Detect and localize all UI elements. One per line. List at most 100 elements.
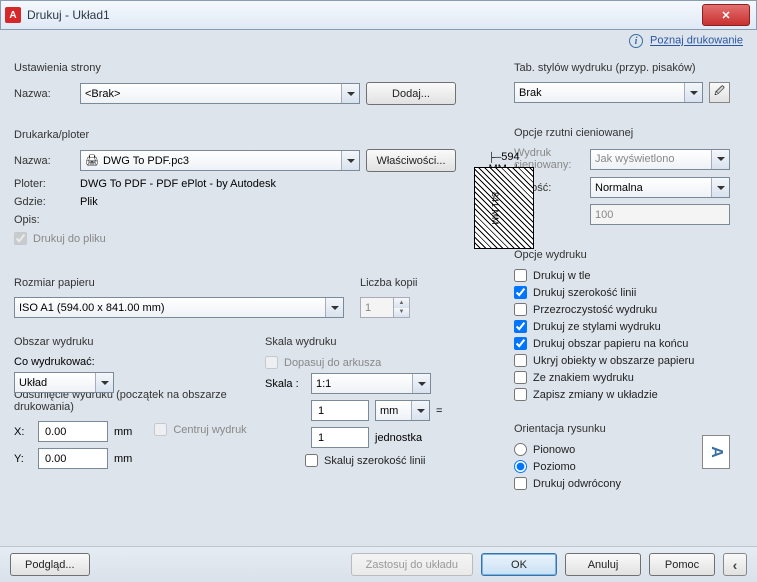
desc-label: Opis:	[14, 214, 74, 226]
opt-lineweights-checkbox[interactable]: Drukuj szerokość linii	[514, 286, 730, 299]
printer-name-label: Nazwa:	[14, 155, 74, 167]
chevron-down-icon	[684, 83, 702, 102]
orientation-title: Orientacja rysunku	[514, 423, 730, 435]
copies-title: Liczba kopii	[360, 277, 500, 289]
ok-button[interactable]: OK	[481, 553, 557, 576]
chevron-down-icon	[711, 150, 729, 169]
help-button[interactable]: Pomoc	[649, 553, 715, 576]
ploter-label: Ploter:	[14, 178, 74, 190]
shade-plot-combo: Jak wyświetlono	[590, 149, 730, 170]
scale-label: Skala :	[265, 378, 305, 390]
spin-up-icon: ▲	[393, 298, 409, 308]
opt-plot-stamp-checkbox[interactable]: Ze znakiem wydruku	[514, 371, 730, 384]
opt-plot-styles-checkbox[interactable]: Drukuj ze stylami wydruku	[514, 320, 730, 333]
offset-x-input[interactable]	[38, 421, 108, 442]
scale-lineweights-checkbox[interactable]: Skaluj szerokość linii	[305, 454, 500, 467]
orientation-icon: A	[702, 435, 730, 469]
quality-combo[interactable]: Normalna	[590, 177, 730, 198]
equals-label: =	[436, 405, 442, 417]
chevron-down-icon	[341, 151, 359, 170]
scale-unit2-label: jednostka	[375, 432, 422, 444]
page-setup-name-label: Nazwa:	[14, 88, 74, 100]
paper-size-title: Rozmiar papieru	[14, 277, 344, 289]
plot-style-combo[interactable]: Brak	[514, 82, 703, 103]
scale-title: Skala wydruku	[265, 336, 500, 348]
landscape-radio[interactable]: Poziomo	[514, 460, 702, 473]
app-icon: A	[5, 7, 21, 23]
plot-style-group: Tab. stylów wydruku (przyp. pisaków) Bra…	[512, 54, 732, 115]
cancel-button[interactable]: Anuluj	[565, 553, 641, 576]
scale-num1-input[interactable]	[311, 400, 369, 421]
where-value: Plik	[80, 196, 98, 208]
chevron-down-icon	[711, 178, 729, 197]
offset-y-input[interactable]	[38, 448, 108, 469]
window-title: Drukuj - Układ1	[27, 8, 110, 22]
offset-y-unit: mm	[114, 453, 132, 465]
copies-spinner: 1 ▲▼	[360, 297, 410, 318]
paper-width-dim: ├─594 MM─┤	[474, 151, 534, 165]
fit-to-paper-checkbox: Dopasuj do arkusza	[265, 356, 500, 369]
opt-background-checkbox[interactable]: Drukuj w tle	[514, 269, 730, 282]
where-label: Gdzie:	[14, 196, 74, 208]
offset-y-label: Y:	[14, 453, 32, 465]
paper-size-value: ISO A1 (594.00 x 841.00 mm)	[19, 302, 165, 314]
add-page-setup-button[interactable]: Dodaj...	[366, 82, 456, 105]
chevron-down-icon	[325, 298, 343, 317]
pdf-icon: 🖨	[85, 154, 99, 167]
scale-num2-input[interactable]	[311, 427, 369, 448]
paper-size-group: Rozmiar papieru ISO A1 (594.00 x 841.00 …	[12, 269, 346, 324]
chevron-down-icon	[341, 84, 359, 103]
plot-options-group: Opcje wydruku Drukuj w tle Drukuj szerok…	[512, 241, 732, 411]
spin-down-icon: ▼	[393, 308, 409, 318]
paper-height-dim: 841 MM	[480, 167, 500, 249]
printer-name-combo[interactable]: 🖨 DWG To PDF.pc3	[80, 150, 360, 171]
upside-down-checkbox[interactable]: Drukuj odwrócony	[514, 477, 730, 490]
dialog-footer: Podgląd... Zastosuj do układu OK Anuluj …	[0, 546, 757, 582]
opt-save-layout-checkbox[interactable]: Zapisz zmiany w układzie	[514, 388, 730, 401]
print-to-file-checkbox: Drukuj do pliku	[14, 232, 456, 245]
offset-x-unit: mm	[114, 426, 132, 438]
page-setup-group: Ustawienia strony Nazwa: <Brak> Dodaj...	[12, 54, 502, 117]
opt-transparency-checkbox[interactable]: Przezroczystość wydruku	[514, 303, 730, 316]
ploter-value: DWG To PDF - PDF ePlot - by Autodesk	[80, 178, 276, 190]
paper-size-combo[interactable]: ISO A1 (594.00 x 841.00 mm)	[14, 297, 344, 318]
plot-options-title: Opcje wydruku	[514, 249, 730, 261]
chevron-down-icon	[411, 401, 429, 420]
apply-layout-button[interactable]: Zastosuj do układu	[351, 553, 473, 576]
copies-group: Liczba kopii 1 ▲▼	[358, 269, 502, 324]
paper-preview: ├─594 MM─┤ 841 MM	[466, 149, 500, 259]
shaded-viewport-group: Opcje rzutni cieniowanej Wydruk cieniowa…	[512, 119, 732, 237]
shaded-title: Opcje rzutni cieniowanej	[514, 127, 730, 139]
plot-style-edit-button[interactable]: 🖉	[709, 82, 730, 103]
opt-hide-paperspace-checkbox[interactable]: Ukryj obiekty w obszarze papieru	[514, 354, 730, 367]
chevron-down-icon	[95, 373, 113, 392]
page-setup-name-combo[interactable]: <Brak>	[80, 83, 360, 104]
collapse-button[interactable]	[723, 553, 747, 576]
center-plot-checkbox: Centruj wydruk	[154, 423, 246, 436]
opt-paperspace-last-checkbox[interactable]: Drukuj obszar papieru na końcu	[514, 337, 730, 350]
page-setup-title: Ustawienia strony	[14, 62, 500, 74]
printer-properties-button[interactable]: Właściwości...	[366, 149, 456, 172]
page-setup-name-value: <Brak>	[85, 88, 120, 100]
offset-x-label: X:	[14, 426, 32, 438]
scale-combo[interactable]: 1:1	[311, 373, 431, 394]
dpi-input: 100	[590, 204, 730, 225]
plot-what-combo[interactable]: Układ	[14, 372, 114, 393]
printer-title: Drukarka/ploter	[14, 129, 500, 141]
orientation-group: Orientacja rysunku A Pionowo Poziomo Dru…	[512, 415, 732, 500]
plot-area-title: Obszar wydruku	[14, 336, 249, 348]
chevron-down-icon	[412, 374, 430, 393]
close-icon: ✕	[721, 9, 730, 22]
scale-unit-combo[interactable]: mm	[375, 400, 430, 421]
portrait-radio[interactable]: Pionowo	[514, 443, 702, 456]
plot-what-value: Układ	[19, 377, 47, 389]
preview-button[interactable]: Podgląd...	[10, 553, 90, 576]
plot-style-title: Tab. stylów wydruku (przyp. pisaków)	[514, 62, 730, 74]
scale-group: Skala wydruku Dopasuj do arkusza Skala :…	[263, 328, 502, 477]
titlebar: A Drukuj - Układ1 ✕	[0, 0, 757, 30]
close-button[interactable]: ✕	[702, 4, 750, 26]
learn-printing-link[interactable]: Poznaj drukowanie	[650, 35, 743, 47]
copies-value: 1	[365, 302, 371, 314]
printer-name-value: DWG To PDF.pc3	[103, 155, 189, 167]
printer-group: Drukarka/ploter Nazwa: 🖨 DWG To PDF.pc3 …	[12, 121, 502, 265]
